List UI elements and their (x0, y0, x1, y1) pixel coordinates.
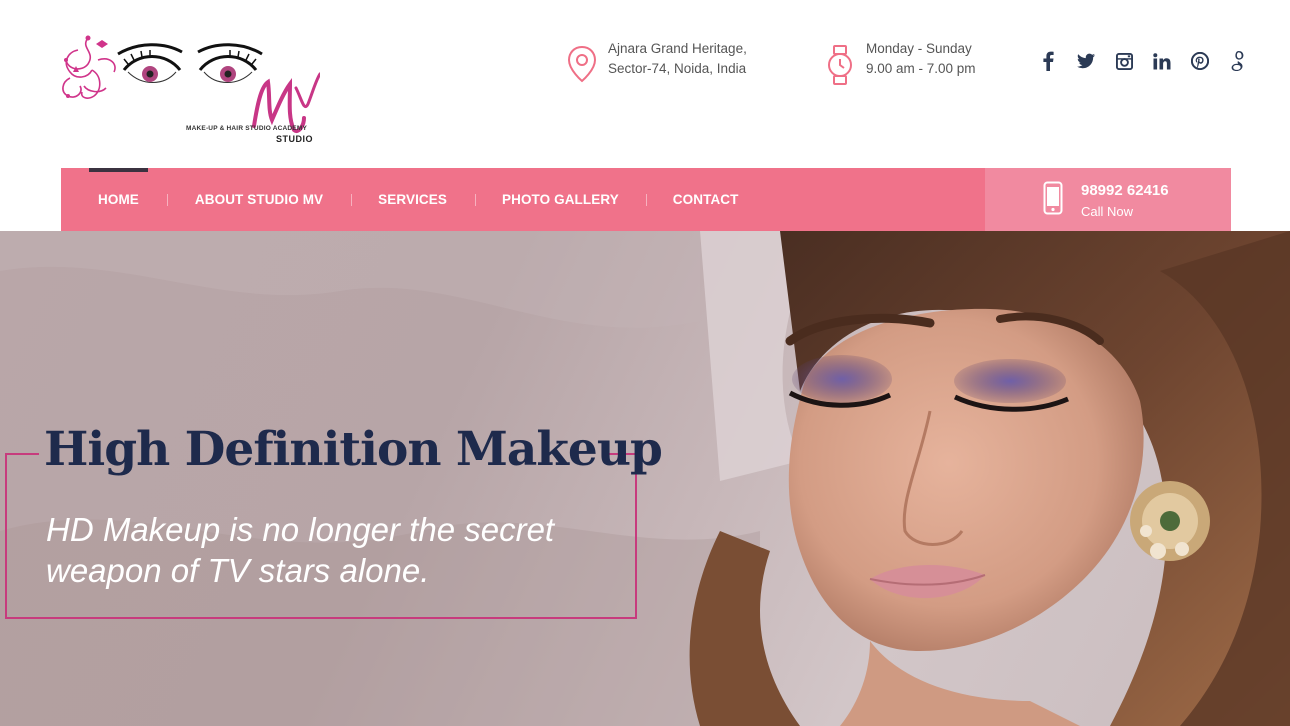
hours-time: 9.00 am - 7.00 pm (866, 61, 976, 76)
nav-item-contact[interactable]: CONTACT (673, 192, 739, 207)
nav-divider (474, 193, 476, 206)
mobile-phone-icon (1043, 181, 1063, 220)
logo-studio-text: STUDIO (276, 134, 314, 144)
hero-subtitle: HD Makeup is no longer the secret weapon… (46, 511, 555, 589)
call-now-label: Call Now (1081, 204, 1134, 219)
nav-item-services[interactable]: SERVICES (378, 192, 447, 207)
address-line-1: Ajnara Grand Heritage, (608, 41, 747, 56)
site-header: MAKE-UP & HAIR STUDIO ACADEMY STUDIO Ajn… (0, 0, 1290, 168)
address-block: Ajnara Grand Heritage, Sector-74, Noida,… (566, 39, 747, 85)
hero-title: High Definition Makeup (44, 422, 663, 477)
nav-divider (645, 193, 647, 206)
studio-mv-logo[interactable]: MAKE-UP & HAIR STUDIO ACADEMY STUDIO (58, 30, 322, 144)
map-pin-icon (566, 45, 598, 85)
watch-icon (824, 45, 856, 85)
instagram-icon[interactable] (1105, 50, 1143, 72)
hours-block: Monday - Sunday 9.00 am - 7.00 pm (824, 39, 976, 85)
nav-item-photo-gallery[interactable]: PHOTO GALLERY (502, 192, 619, 207)
linkedin-icon[interactable] (1143, 50, 1181, 72)
call-phone-number[interactable]: 98992 62416 (1081, 182, 1169, 199)
google-plus-icon[interactable] (1219, 50, 1257, 72)
hours-days: Monday - Sunday (866, 41, 972, 56)
nav-divider (166, 193, 168, 206)
logo-tagline: MAKE-UP & HAIR STUDIO ACADEMY (186, 125, 307, 132)
address-line-2: Sector-74, Noida, India (608, 61, 747, 76)
twitter-icon[interactable] (1067, 50, 1105, 72)
nav-item-home[interactable]: HOME (98, 192, 139, 207)
logo-graphic (62, 35, 322, 133)
nav-item-about[interactable]: ABOUT STUDIO MV (195, 192, 323, 207)
hero-banner: High Definition Makeup HD Makeup is no l… (0, 231, 1290, 726)
social-links (1029, 50, 1257, 72)
nav-divider (351, 193, 353, 206)
pinterest-icon[interactable] (1181, 50, 1219, 72)
facebook-icon[interactable] (1029, 50, 1067, 72)
call-now-box[interactable]: 98992 62416 Call Now (985, 168, 1231, 231)
main-nav: HOME ABOUT STUDIO MV SERVICES PHOTO GALL… (61, 168, 985, 231)
